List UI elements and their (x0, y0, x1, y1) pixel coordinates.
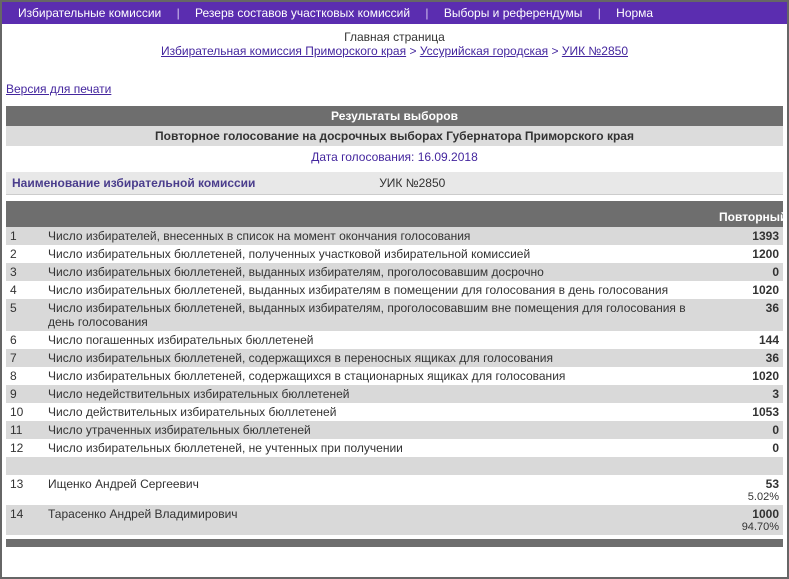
candidate-name: Ищенко Андрей Сергеевич (44, 475, 713, 505)
row-description: Число недействительных избирательных бюл… (44, 385, 713, 403)
row-number: 10 (6, 403, 44, 421)
results-table: Повторный 1Число избирателей, внесенных … (6, 207, 783, 535)
row-value: 36 (713, 299, 783, 331)
row-value: 36 (713, 349, 783, 367)
nav-item-0[interactable]: Избирательные комиссии (10, 6, 169, 20)
row-number: 4 (6, 281, 44, 299)
row-number: 5 (6, 299, 44, 331)
table-row: 4Число избирательных бюллетеней, выданны… (6, 281, 783, 299)
nav-sep: | (421, 6, 432, 20)
table-row: 2Число избирательных бюллетеней, получен… (6, 245, 783, 263)
row-value: 3 (713, 385, 783, 403)
nav-item-3[interactable]: Норма (608, 6, 661, 20)
table-row: 11Число утраченных избирательных бюллете… (6, 421, 783, 439)
bottom-bar (6, 539, 783, 547)
row-description: Число погашенных избирательных бюллетене… (44, 331, 713, 349)
breadcrumb: Избирательная комиссия Приморского края … (6, 44, 783, 66)
header-area: Главная страница Избирательная комиссия … (2, 24, 787, 68)
commission-label: Наименование избирательной комиссии (12, 176, 379, 190)
row-number: 13 (6, 475, 44, 505)
voting-date: Дата голосования: 16.09.2018 (6, 146, 783, 168)
table-row: 1Число избирателей, внесенных в список н… (6, 227, 783, 245)
candidate-row: 13Ищенко Андрей Сергеевич535.02% (6, 475, 783, 505)
breadcrumb-link-0[interactable]: Избирательная комиссия Приморского края (161, 44, 406, 58)
row-value: 1020 (713, 281, 783, 299)
commission-row: Наименование избирательной комиссии УИК … (6, 172, 783, 195)
table-row: 6Число погашенных избирательных бюллетен… (6, 331, 783, 349)
candidate-percent: 5.02% (717, 491, 779, 503)
candidate-percent: 94.70% (717, 521, 779, 533)
nav-item-1[interactable]: Резерв составов участковых комиссий (187, 6, 418, 20)
th-blank-num (6, 207, 44, 227)
candidate-name: Тарасенко Андрей Владимирович (44, 505, 713, 535)
candidate-row: 14Тарасенко Андрей Владимирович100094.70… (6, 505, 783, 535)
row-number: 3 (6, 263, 44, 281)
table-row: 3Число избирательных бюллетеней, выданны… (6, 263, 783, 281)
breadcrumb-link-2[interactable]: УИК №2850 (562, 44, 628, 58)
print-link[interactable]: Версия для печати (6, 82, 111, 96)
th-blank-desc (44, 207, 713, 227)
nav-sep: | (594, 6, 605, 20)
row-value: 1020 (713, 367, 783, 385)
table-row: 12Число избирательных бюллетеней, не учт… (6, 439, 783, 457)
row-number: 12 (6, 439, 44, 457)
table-row: 9Число недействительных избирательных бю… (6, 385, 783, 403)
row-description: Число избирательных бюллетеней, выданных… (44, 263, 713, 281)
row-number: 1 (6, 227, 44, 245)
row-description: Число избирательных бюллетеней, выданных… (44, 299, 713, 331)
row-value: 1053 (713, 403, 783, 421)
row-value: 0 (713, 439, 783, 457)
title-event: Повторное голосование на досрочных выбор… (6, 126, 783, 146)
row-number: 9 (6, 385, 44, 403)
nav-item-2[interactable]: Выборы и референдумы (436, 6, 590, 20)
th-second-round: Повторный (713, 207, 783, 227)
row-value: 0 (713, 421, 783, 439)
row-description: Число избирательных бюллетеней, выданных… (44, 281, 713, 299)
table-row: 5Число избирательных бюллетеней, выданны… (6, 299, 783, 331)
row-description: Число утраченных избирательных бюллетене… (44, 421, 713, 439)
table-row: 7Число избирательных бюллетеней, содержа… (6, 349, 783, 367)
row-number: 8 (6, 367, 44, 385)
table-row: 8Число избирательных бюллетеней, содержа… (6, 367, 783, 385)
row-number: 14 (6, 505, 44, 535)
candidate-value: 100094.70% (713, 505, 783, 535)
row-description: Число действительных избирательных бюлле… (44, 403, 713, 421)
row-number: 11 (6, 421, 44, 439)
commission-value: УИК №2850 (379, 176, 777, 190)
candidate-value: 535.02% (713, 475, 783, 505)
row-value: 144 (713, 331, 783, 349)
breadcrumb-sep: > (552, 44, 559, 58)
row-description: Число избирательных бюллетеней, содержащ… (44, 367, 713, 385)
content: Результаты выборов Повторное голосование… (2, 106, 787, 547)
breadcrumb-sep: > (409, 44, 416, 58)
page-frame: Избирательные комиссии | Резерв составов… (0, 0, 789, 579)
row-value: 0 (713, 263, 783, 281)
nav-sep: | (173, 6, 184, 20)
print-link-container: Версия для печати (2, 68, 787, 106)
row-value: 1393 (713, 227, 783, 245)
row-description: Число избирательных бюллетеней, не учтен… (44, 439, 713, 457)
row-number: 2 (6, 245, 44, 263)
breadcrumb-link-1[interactable]: Уссурийская городская (420, 44, 548, 58)
row-number: 6 (6, 331, 44, 349)
top-nav: Избирательные комиссии | Резерв составов… (2, 2, 787, 24)
separator-row (6, 457, 783, 475)
row-description: Число избирательных бюллетеней, полученн… (44, 245, 713, 263)
title-results: Результаты выборов (6, 106, 783, 126)
row-description: Число избирателей, внесенных в список на… (44, 227, 713, 245)
row-number: 7 (6, 349, 44, 367)
row-description: Число избирательных бюллетеней, содержащ… (44, 349, 713, 367)
table-row: 10Число действительных избирательных бюл… (6, 403, 783, 421)
main-page-label: Главная страница (6, 30, 783, 44)
row-value: 1200 (713, 245, 783, 263)
